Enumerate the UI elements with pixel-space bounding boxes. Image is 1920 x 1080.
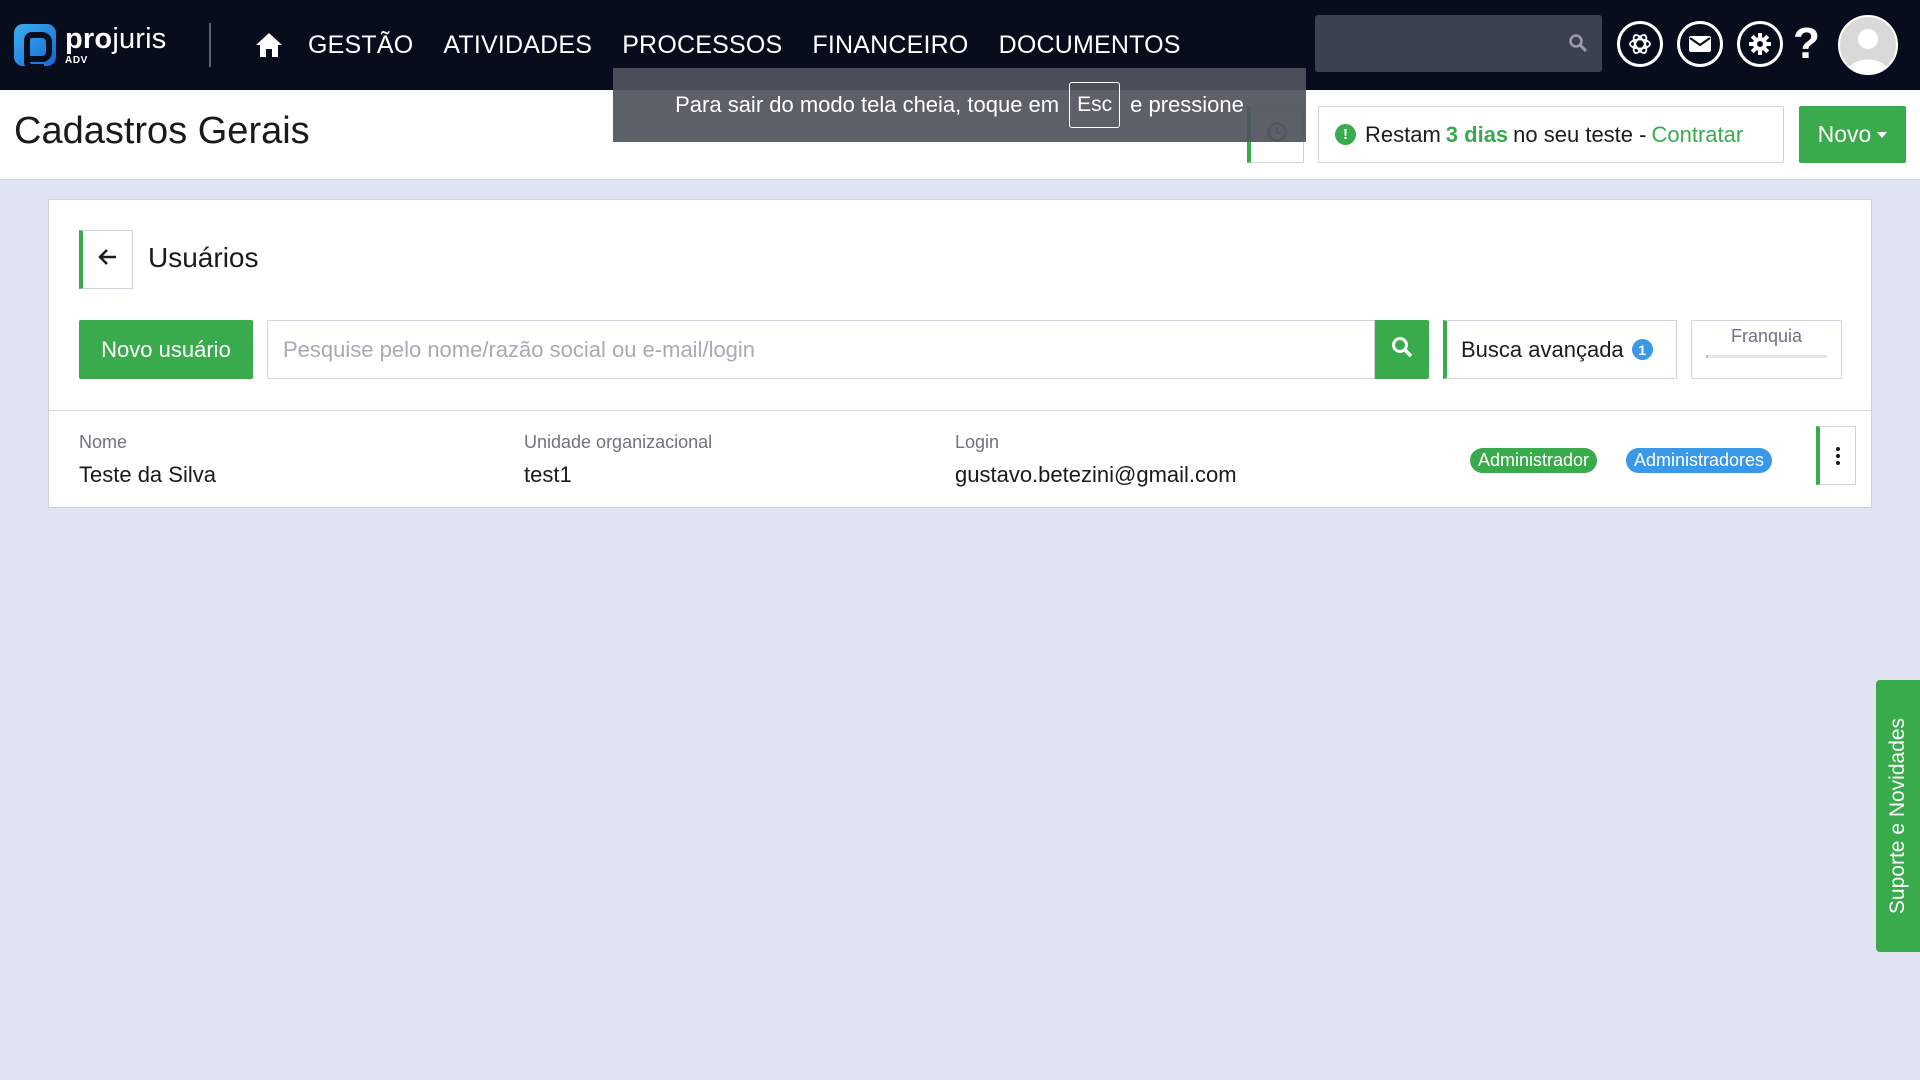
filter-count-badge: 1 xyxy=(1631,339,1653,360)
new-user-button[interactable]: Novo usuário xyxy=(79,320,253,379)
back-button[interactable] xyxy=(79,230,133,289)
mail-icon[interactable] xyxy=(1677,21,1723,67)
home-icon[interactable] xyxy=(252,28,286,62)
nav-financeiro[interactable]: FINANCEIRO xyxy=(812,31,968,60)
global-search-input[interactable] xyxy=(1315,15,1602,72)
user-search-input[interactable] xyxy=(267,320,1375,379)
nav-processos[interactable]: PROCESSOS xyxy=(622,31,782,60)
nav-atividades[interactable]: ATIVIDADES xyxy=(443,31,592,60)
back-arrow-icon xyxy=(97,248,118,271)
divider xyxy=(49,410,1871,411)
help-icon[interactable]: ? xyxy=(1793,20,1820,68)
contratar-link[interactable]: Contratar xyxy=(1651,122,1743,148)
projuris-logo[interactable]: projuris ADV xyxy=(14,22,167,70)
nav-documentos[interactable]: DOCUMENTOS xyxy=(999,31,1181,60)
role-tag-admin: Administrador xyxy=(1470,448,1598,473)
caret-down-icon xyxy=(1877,131,1888,138)
trial-prefix: Restam xyxy=(1365,121,1441,147)
franchise-label: Franquia xyxy=(1730,326,1803,346)
panel-title: Usuários xyxy=(148,242,259,273)
trial-suffix: no seu teste - xyxy=(1513,121,1647,147)
column-label-name: Nome xyxy=(79,432,128,452)
trial-days: 3 dias xyxy=(1445,121,1509,147)
alert-icon: ! xyxy=(1335,124,1356,145)
column-label-unit: Unidade organizacional xyxy=(524,432,713,452)
franchise-select[interactable]: Franquia xyxy=(1691,320,1842,379)
openai-icon[interactable] xyxy=(1617,21,1663,67)
advanced-search-button[interactable]: Busca avançada 1 xyxy=(1443,320,1677,379)
avatar[interactable] xyxy=(1838,15,1898,75)
support-news-tab[interactable]: Suporte e Novidades xyxy=(1876,680,1920,952)
column-label-login: Login xyxy=(955,432,1000,452)
novo-button[interactable]: Novo xyxy=(1799,106,1906,163)
nav-gestao[interactable]: GESTÃO xyxy=(308,31,413,60)
projuris-logo-mark xyxy=(14,24,56,70)
users-panel: Usuários Novo usuário Busca avançada 1 F… xyxy=(48,199,1872,508)
search-button[interactable] xyxy=(1375,320,1429,379)
esc-key: Esc xyxy=(1069,82,1121,128)
page-title: Cadastros Gerais xyxy=(14,110,310,152)
logo-divider xyxy=(209,23,211,67)
search-icon xyxy=(1568,33,1588,58)
user-login: gustavo.betezini@gmail.com xyxy=(955,462,1237,487)
user-name: Teste da Silva xyxy=(79,462,216,487)
fullscreen-exit-toast: Para sair do modo tela cheia, toque em E… xyxy=(613,68,1306,142)
group-tag-admins: Administradores xyxy=(1626,448,1773,473)
user-unit: test1 xyxy=(524,462,572,487)
search-icon xyxy=(1391,336,1413,363)
gear-icon[interactable] xyxy=(1737,21,1783,67)
trial-notice: ! Restam 3 dias no seu teste - Contratar xyxy=(1318,106,1784,163)
kebab-icon[interactable] xyxy=(1816,426,1856,485)
